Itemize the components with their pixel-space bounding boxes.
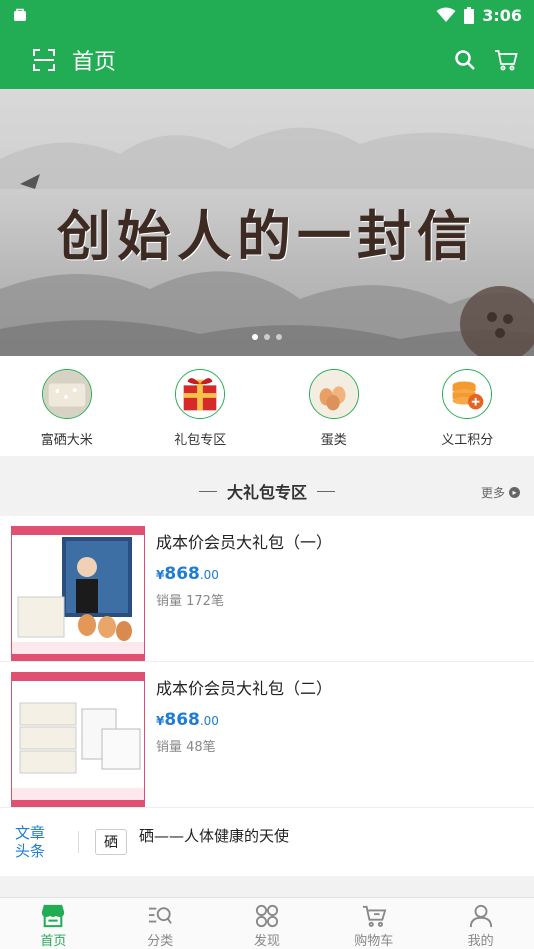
category-eggs[interactable]: 蛋类: [267, 356, 401, 456]
carousel-indicator: [0, 334, 534, 340]
discover-grid-icon: [255, 904, 279, 928]
news-headline[interactable]: 硒——人体健康的天使: [139, 825, 289, 846]
battery-icon: [464, 6, 475, 24]
notification-icon: [14, 8, 26, 21]
product-sales: 销量 48笔: [156, 740, 216, 755]
wifi-icon: [436, 7, 456, 22]
section-title-text: 大礼包专区: [226, 483, 307, 502]
divider: [198, 490, 217, 492]
category-volunteer-points[interactable]: 义工积分: [401, 356, 534, 456]
selenium-logo: 硒: [95, 829, 127, 855]
tab-home[interactable]: 首页: [0, 898, 107, 949]
product-item[interactable]: 成本价会员大礼包（一） ¥868.00 销量 172笔: [0, 516, 534, 662]
product-price: ¥868.00: [156, 710, 219, 730]
banner-headline: 创始人的一封信: [57, 204, 477, 268]
more-label: 更多: [480, 486, 505, 500]
gift-icon: [175, 369, 226, 419]
tab-label: 购物车: [354, 934, 394, 949]
bottom-navigation: 首页 分类 发现 购物车 我的: [0, 897, 534, 949]
tab-label: 分类: [147, 934, 174, 949]
rice-icon: [41, 369, 92, 419]
divider: [317, 490, 335, 492]
search-icon[interactable]: [454, 49, 476, 71]
tab-category[interactable]: 分类: [107, 898, 214, 949]
tab-cart[interactable]: 购物车: [320, 898, 427, 949]
category-label: 义工积分: [441, 433, 494, 448]
page-title: 首页: [72, 49, 117, 75]
tab-discover[interactable]: 发现: [214, 898, 321, 949]
home-store-icon: [42, 904, 65, 928]
category-label: 礼包专区: [174, 433, 227, 448]
divider: [78, 831, 79, 853]
more-link[interactable]: 更多 ▸: [481, 484, 520, 501]
category-label: 富硒大米: [40, 433, 93, 448]
tab-label: 发现: [253, 934, 280, 949]
product-name: 成本价会员大礼包（二）: [156, 679, 333, 698]
news-ticker[interactable]: 文章 头条 硒 硒——人体健康的天使: [0, 808, 534, 876]
category-search-icon: [149, 907, 173, 924]
product-list: 成本价会员大礼包（一） ¥868.00 销量 172笔 成本价会员大礼包（二）: [0, 516, 534, 808]
product-sales: 销量 172笔: [156, 594, 224, 609]
product-image: [11, 526, 145, 661]
carousel-dot[interactable]: [252, 334, 258, 340]
product-image: [11, 672, 145, 807]
status-bar: 3:06: [0, 0, 534, 30]
banner-carousel[interactable]: 创始人的一封信: [0, 89, 534, 356]
points-icon: [442, 369, 493, 419]
category-rice[interactable]: 富硒大米: [0, 356, 134, 456]
cart-icon[interactable]: [494, 49, 518, 71]
chevron-right-icon: ▸: [509, 487, 520, 498]
product-name: 成本价会员大礼包（一）: [156, 533, 333, 552]
tab-label: 我的: [467, 934, 494, 949]
section-title: 大礼包专区: [198, 479, 335, 503]
news-tag: 文章 头条: [15, 824, 46, 860]
scan-icon[interactable]: [32, 48, 56, 72]
tab-label: 首页: [40, 934, 67, 949]
category-label: 蛋类: [320, 433, 347, 448]
tab-profile[interactable]: 我的: [427, 898, 534, 949]
status-time: 3:06: [482, 5, 522, 25]
egg-icon: [308, 369, 359, 419]
carousel-dot[interactable]: [264, 334, 270, 340]
category-shortcuts: 富硒大米 礼包专区 蛋类 义工积分: [0, 356, 534, 456]
home-page: 3:06 首页 创始人的一封信 富硒大米 礼包专区 蛋类 义工积分 大礼包专区 …: [0, 0, 534, 949]
profile-icon: [469, 904, 492, 928]
category-gift[interactable]: 礼包专区: [134, 356, 268, 456]
carousel-dot[interactable]: [276, 334, 282, 340]
app-bar: 首页: [0, 30, 534, 89]
gift-pack-section-header: 大礼包专区 更多 ▸: [0, 466, 534, 516]
cart-icon: [362, 905, 387, 927]
product-item[interactable]: 成本价会员大礼包（二） ¥868.00 销量 48笔: [0, 662, 534, 808]
product-price: ¥868.00: [156, 564, 219, 584]
